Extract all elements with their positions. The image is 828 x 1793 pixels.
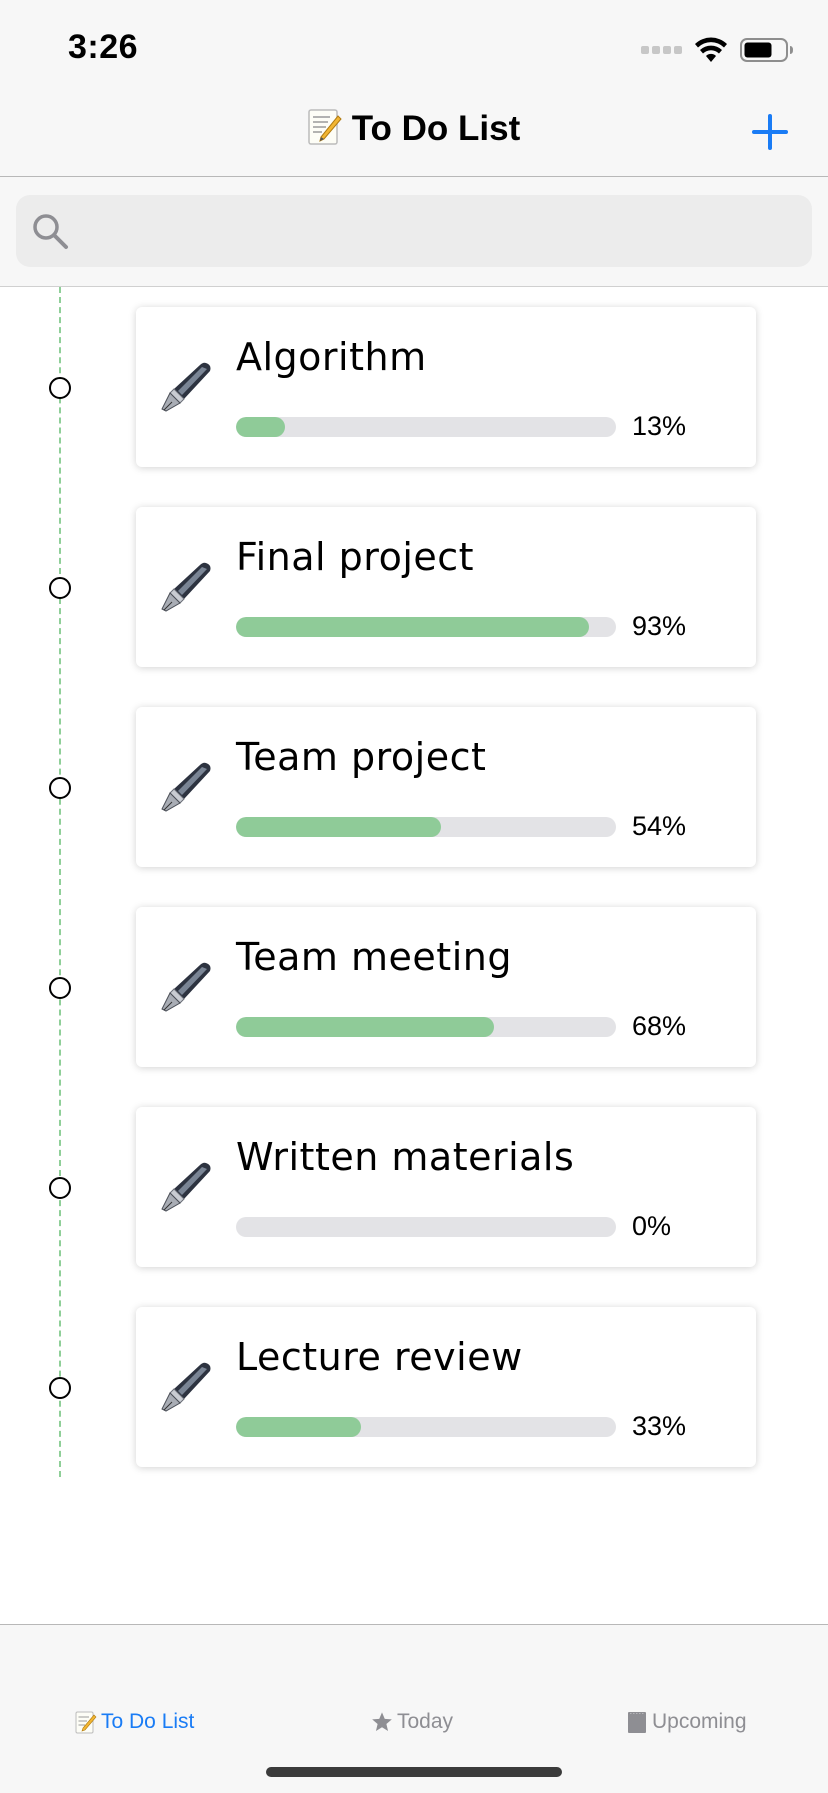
progress-bar bbox=[236, 1417, 616, 1437]
progress-percentage: 0% bbox=[632, 1211, 672, 1241]
status-bar: 3:26 bbox=[0, 0, 828, 100]
timeline-line bbox=[59, 287, 61, 1477]
progress-bar bbox=[236, 617, 616, 637]
page-title-text: To Do List bbox=[351, 109, 521, 148]
tab-upcoming[interactable]: Upcoming bbox=[626, 1707, 747, 1737]
progress-bar bbox=[236, 1017, 616, 1037]
fountain-pen-icon bbox=[161, 362, 211, 412]
progress-percentage: 93% bbox=[632, 611, 687, 641]
tab-to-do-list[interactable]: To Do List bbox=[75, 1707, 194, 1737]
tab-label: To Do List bbox=[101, 1710, 195, 1733]
progress-bar bbox=[236, 817, 616, 837]
cellular-signal-icon bbox=[641, 46, 682, 54]
tab-today[interactable]: Today bbox=[371, 1707, 453, 1737]
wifi-icon bbox=[695, 37, 727, 62]
navigation-bar: To Do List bbox=[0, 100, 828, 177]
task-title: Team meeting bbox=[236, 935, 512, 979]
fountain-pen-icon bbox=[161, 762, 211, 812]
task-title: Team project bbox=[236, 735, 487, 779]
task-title: Written materials bbox=[236, 1135, 575, 1179]
memo-icon bbox=[75, 1711, 97, 1734]
progress-fill bbox=[236, 1417, 362, 1437]
search-input[interactable] bbox=[82, 205, 796, 259]
fountain-pen-icon bbox=[161, 1362, 211, 1412]
star-icon bbox=[372, 1712, 392, 1731]
status-icons bbox=[641, 36, 794, 64]
task-card[interactable]: Lecture review 33% bbox=[136, 1307, 756, 1467]
timeline-dot bbox=[49, 1177, 71, 1199]
progress-percentage: 33% bbox=[632, 1411, 687, 1441]
progress-percentage: 54% bbox=[632, 811, 687, 841]
search-icon bbox=[33, 214, 68, 249]
task-card[interactable]: Team project 54% bbox=[136, 707, 756, 867]
search-area bbox=[0, 177, 828, 287]
progress-fill bbox=[236, 417, 286, 437]
task-card[interactable]: Written materials 0% bbox=[136, 1107, 756, 1267]
timeline-dot bbox=[49, 977, 71, 999]
tab-label: Today bbox=[397, 1710, 454, 1733]
timeline-dot bbox=[49, 577, 71, 599]
progress-fill bbox=[236, 617, 590, 637]
timeline-dot bbox=[49, 1377, 71, 1399]
battery-icon bbox=[740, 38, 793, 62]
add-task-button[interactable] bbox=[750, 112, 790, 152]
timeline-dot bbox=[49, 377, 71, 399]
search-bar[interactable] bbox=[16, 195, 812, 267]
notepad-icon bbox=[628, 1712, 646, 1733]
fountain-pen-icon bbox=[161, 562, 211, 612]
task-title: Final project bbox=[236, 535, 475, 579]
task-card[interactable]: Team meeting 68% bbox=[136, 907, 756, 1067]
task-card[interactable]: Algorithm 13% bbox=[136, 307, 756, 467]
task-title: Algorithm bbox=[236, 335, 427, 379]
progress-percentage: 13% bbox=[632, 411, 687, 441]
task-card[interactable]: Final project 93% bbox=[136, 507, 756, 667]
memo-icon bbox=[308, 109, 342, 145]
home-indicator bbox=[266, 1767, 562, 1777]
progress-bar bbox=[236, 1217, 616, 1237]
task-title: Lecture review bbox=[236, 1335, 523, 1379]
page-title: To Do List bbox=[0, 108, 828, 149]
tab-label: Upcoming bbox=[652, 1710, 747, 1733]
progress-bar bbox=[236, 417, 616, 437]
fountain-pen-icon bbox=[161, 1162, 211, 1212]
tab-bar: To Do List Today Upcoming bbox=[0, 1624, 828, 1793]
timeline-dot bbox=[49, 777, 71, 799]
progress-fill bbox=[236, 817, 442, 837]
progress-fill bbox=[236, 1017, 495, 1037]
progress-percentage: 68% bbox=[632, 1011, 687, 1041]
fountain-pen-icon bbox=[161, 962, 211, 1012]
status-time: 3:26 bbox=[68, 28, 139, 66]
